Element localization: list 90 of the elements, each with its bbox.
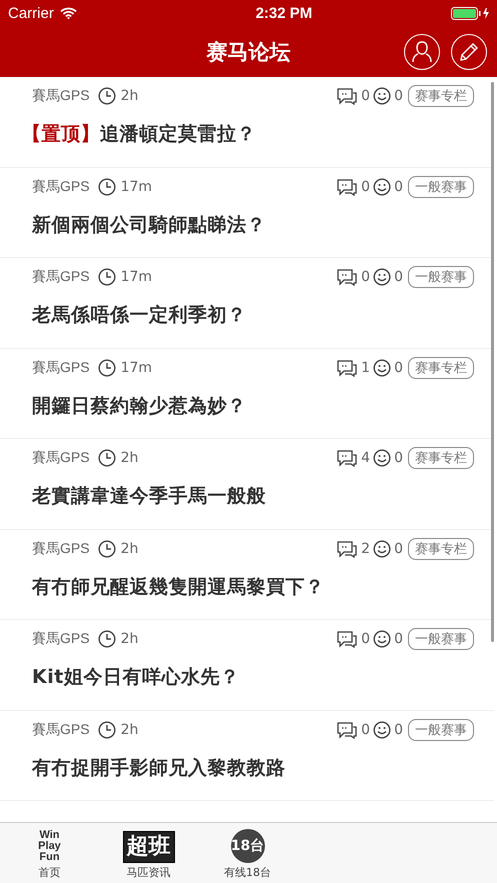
post-title: 老馬係唔係一定利季初？: [32, 304, 246, 326]
clock-icon: [98, 268, 116, 286]
post-time: 2h: [120, 88, 138, 104]
category-tag: 一般赛事: [408, 718, 474, 740]
tab-item[interactable]: 超班 马匹资讯: [99, 823, 198, 883]
logo: 超班: [122, 831, 174, 863]
author-name: 賽馬GPS: [32, 358, 90, 376]
smiley-icon: [373, 358, 392, 376]
post-row[interactable]: 賽馬GPS 2h 0 0 一般赛事 Kit姐今日有咩心水先？: [0, 620, 494, 710]
clock-icon: [98, 720, 116, 738]
post-title: 開鑼日蔡約翰少惹為妙？: [32, 394, 246, 416]
person-icon: [411, 40, 433, 64]
post-row[interactable]: 賽馬GPS 2h 0 0 一般赛事 有冇捉開手影師兄入黎教教路: [0, 710, 494, 801]
header-title: 赛马论坛: [206, 38, 290, 66]
like-count: 0: [394, 450, 403, 466]
like-count: 0: [394, 269, 403, 285]
like-count: 0: [394, 631, 403, 647]
clock-icon: [98, 87, 116, 105]
comment-count: 0: [361, 88, 370, 104]
comment-icon: [336, 720, 358, 738]
tab-item[interactable]: 18台 有线18台: [198, 823, 297, 883]
clock-icon: [98, 358, 116, 376]
clock-icon: [98, 449, 116, 467]
like-count: 0: [394, 722, 403, 738]
author-name: 賽馬GPS: [32, 540, 90, 558]
tab-item[interactable]: Win Play Fun 首页: [0, 823, 99, 883]
pinned-label: 【置顶】: [22, 123, 100, 145]
smiley-icon: [373, 540, 392, 558]
comment-count: 0: [361, 269, 370, 285]
comment-icon: [336, 268, 358, 286]
author-name: 賽馬GPS: [32, 720, 90, 738]
comment-icon: [336, 358, 358, 376]
smiley-icon: [373, 720, 392, 738]
post-time: 2h: [120, 450, 138, 466]
post-title: 有冇師兄醒返幾隻開運馬黎買下？: [32, 576, 324, 598]
smiley-icon: [373, 449, 392, 467]
like-count: 0: [394, 88, 403, 104]
comment-icon: [336, 87, 358, 105]
profile-button[interactable]: [404, 34, 440, 70]
comment-icon: [336, 449, 358, 467]
post-time: 2h: [120, 631, 138, 647]
clock-icon: [98, 630, 116, 648]
smiley-icon: [373, 630, 392, 648]
comment-icon: [336, 630, 358, 648]
category-tag: 赛事专栏: [408, 85, 474, 107]
comment-count: 2: [361, 540, 370, 556]
comment-count: 1: [361, 360, 370, 376]
post-time: 17m: [120, 178, 152, 194]
carrier-text: Carrier: [8, 4, 54, 22]
category-tag: 一般赛事: [408, 628, 474, 650]
category-tag: 赛事专栏: [408, 447, 474, 469]
comment-count: 0: [361, 631, 370, 647]
post-title: Kit姐今日有咩心水先？: [32, 666, 240, 688]
clock-icon: [98, 178, 116, 196]
category-tag: 一般赛事: [408, 266, 474, 288]
edit-button[interactable]: [451, 34, 487, 70]
author-name: 賽馬GPS: [32, 449, 90, 467]
author-name: 賽馬GPS: [32, 87, 90, 105]
logo: 18台: [230, 829, 264, 863]
comment-count: 4: [361, 450, 370, 466]
smiley-icon: [373, 87, 392, 105]
post-time: 2h: [120, 722, 138, 738]
wifi-icon: [60, 7, 77, 19]
post-time: 17m: [120, 269, 152, 285]
smiley-icon: [373, 178, 392, 196]
author-name: 賽馬GPS: [32, 178, 90, 196]
battery-icon: [450, 6, 491, 20]
post-title: 老實講韋達今季手馬一般般: [32, 485, 266, 507]
smiley-icon: [373, 268, 392, 286]
post-title: 新個兩個公司騎師點睇法？: [32, 214, 266, 236]
comment-count: 0: [361, 178, 370, 194]
pencil-icon: [458, 41, 480, 63]
post-title: 追潘頓定莫雷拉？: [100, 123, 256, 145]
status-time: 2:32 PM: [256, 4, 312, 22]
category-tag: 赛事专栏: [408, 356, 474, 378]
logo: Win Play Fun: [38, 830, 61, 863]
author-name: 賽馬GPS: [32, 630, 90, 648]
post-time: 17m: [120, 360, 152, 376]
category-tag: 赛事专栏: [408, 538, 474, 560]
like-count: 0: [394, 360, 403, 376]
author-name: 賽馬GPS: [32, 268, 90, 286]
like-count: 0: [394, 540, 403, 556]
like-count: 0: [394, 178, 403, 194]
comment-icon: [336, 178, 358, 196]
clock-icon: [98, 540, 116, 558]
post-time: 2h: [120, 540, 138, 556]
comment-count: 0: [361, 722, 370, 738]
comment-icon: [336, 540, 358, 558]
post-title: 有冇捉開手影師兄入黎教教路: [32, 756, 286, 778]
category-tag: 一般赛事: [408, 176, 474, 198]
